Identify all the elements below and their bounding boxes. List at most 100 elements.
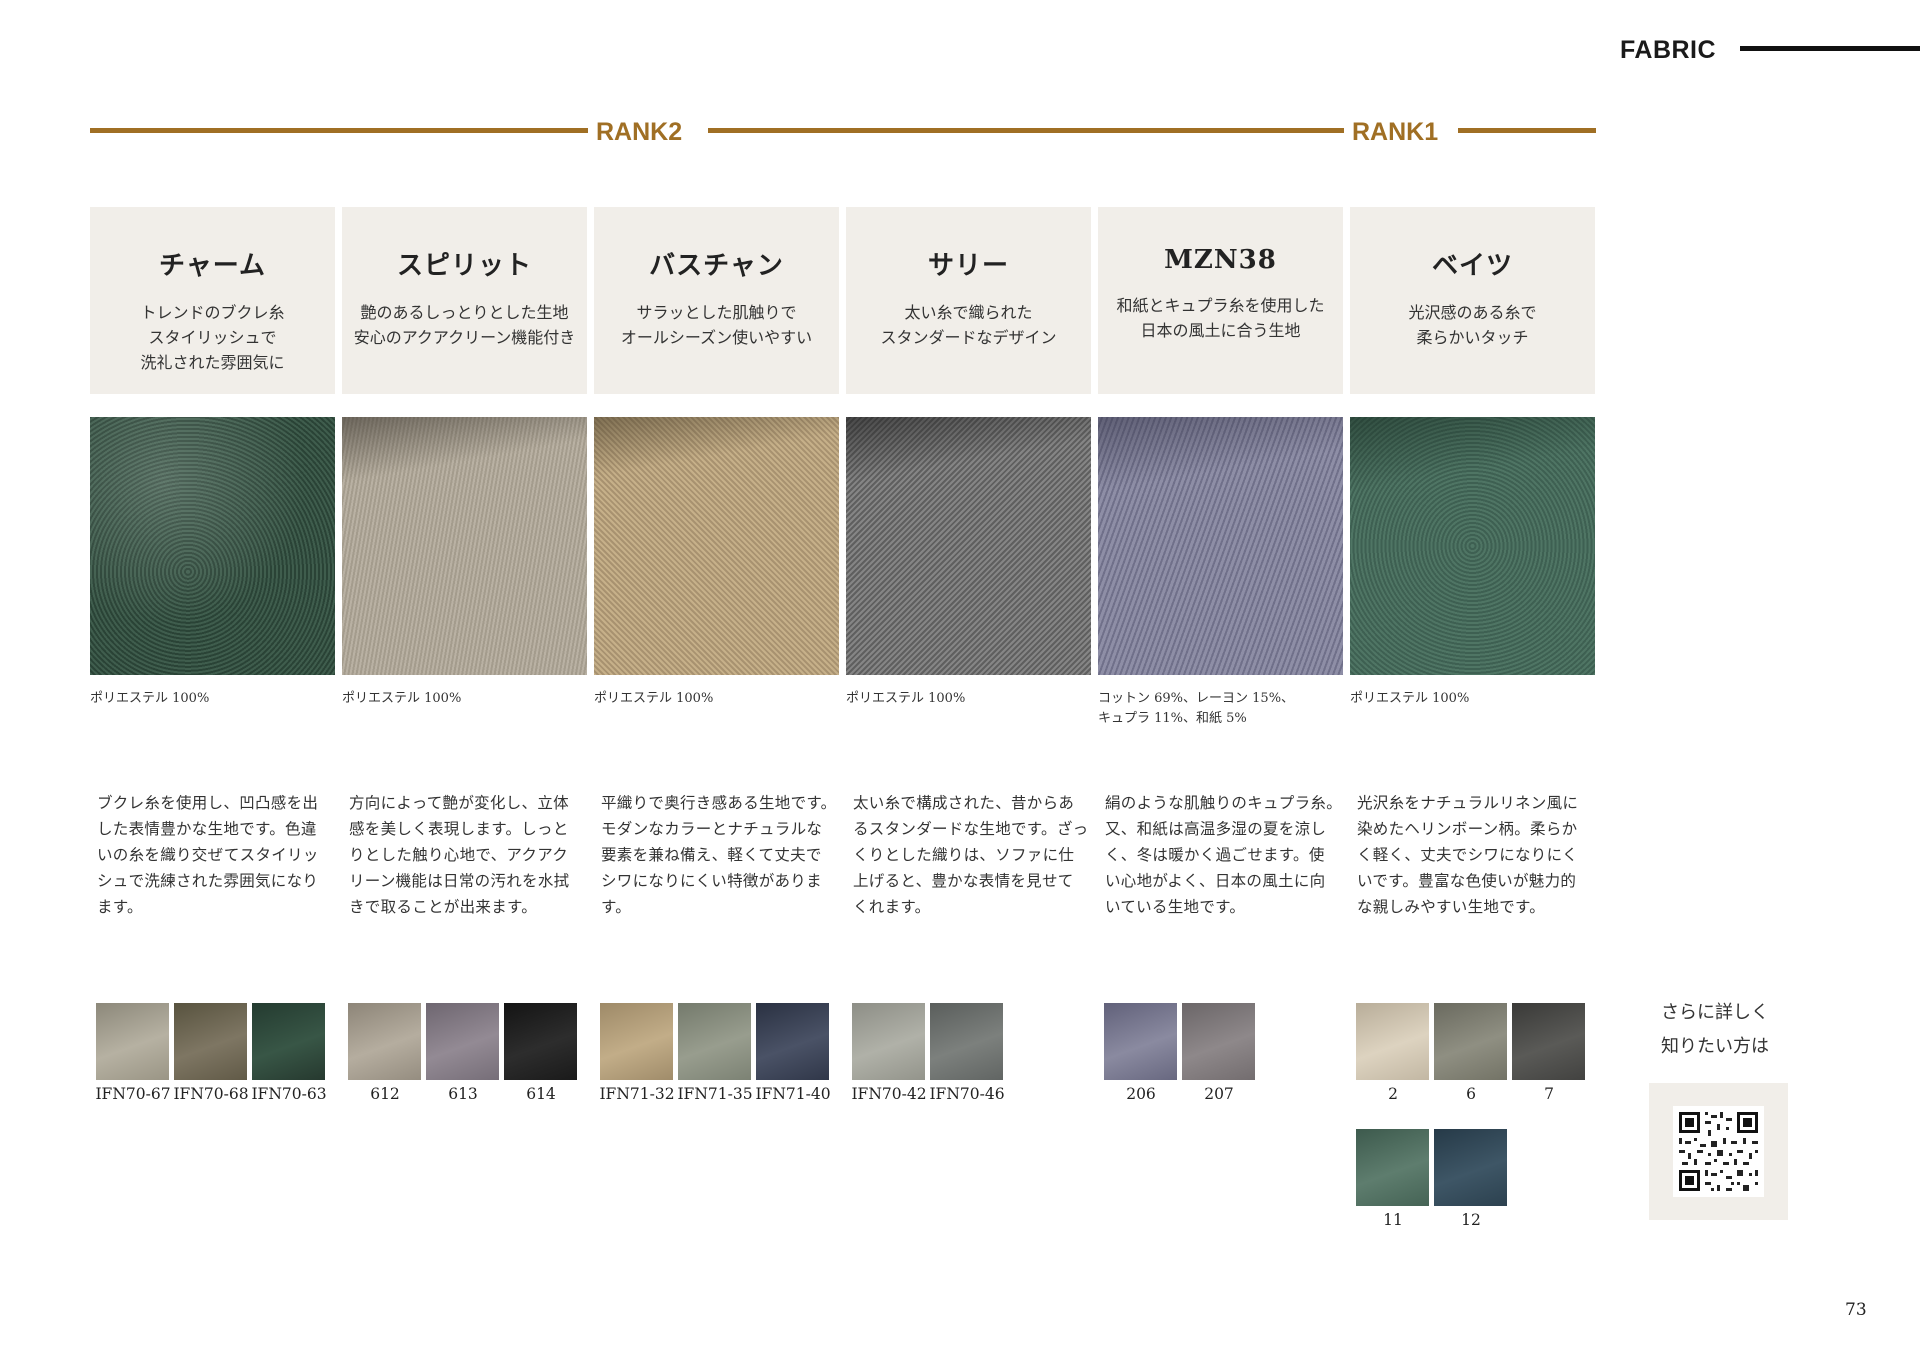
fabric-name: チャーム bbox=[159, 251, 266, 281]
description-line: いの糸を織り交ぜてスタイリッ bbox=[97, 846, 319, 864]
color-chip[interactable] bbox=[1182, 1003, 1255, 1080]
fabric-material: ポリエステル 100% bbox=[594, 689, 839, 709]
rank2-label: RANK2 bbox=[596, 118, 683, 146]
tagline-line: 和紙とキュプラ糸を使用した bbox=[1116, 296, 1325, 315]
tagline-line: トレンドのブクレ糸 bbox=[140, 303, 285, 322]
description-line: い心地がよく、日本の風土に向 bbox=[1105, 872, 1326, 890]
header-rule bbox=[1740, 46, 1920, 51]
color-chip[interactable] bbox=[1512, 1003, 1585, 1080]
more-info-line: 知りたい方は bbox=[1661, 1036, 1769, 1057]
color-code: 206 bbox=[1126, 1085, 1156, 1103]
material-line: コットン 69%、レーヨン 15%、 bbox=[1098, 691, 1295, 706]
color-chip[interactable] bbox=[426, 1003, 499, 1080]
color-chip[interactable] bbox=[174, 1003, 247, 1080]
color-chip[interactable] bbox=[1104, 1003, 1177, 1080]
description-line: ブクレ糸を使用し、凹凸感を出 bbox=[97, 794, 319, 812]
color-chip[interactable] bbox=[1356, 1003, 1429, 1080]
description-line: ます。 bbox=[97, 898, 143, 916]
fabric-card-sally: サリー 太い糸で織られた スタンダードなデザイン bbox=[846, 207, 1091, 394]
description-line: く軽く、丈夫でシワになりにく bbox=[1357, 846, 1578, 864]
qr-code-icon bbox=[1679, 1112, 1758, 1191]
color-code: 2 bbox=[1388, 1085, 1398, 1103]
color-code: 7 bbox=[1544, 1085, 1554, 1103]
fabric-tagline: 太い糸で織られた スタンダードなデザイン bbox=[846, 300, 1091, 350]
fabric-name-panel: バスチャン サラッとした肌触りで オールシーズン使いやすい bbox=[594, 207, 839, 394]
fabric-photo-mzn38 bbox=[1098, 417, 1343, 675]
color-chip[interactable] bbox=[348, 1003, 421, 1080]
color-code: IFN71-35 bbox=[677, 1085, 753, 1103]
description-line: 上げると、豊かな表情を見せて bbox=[853, 872, 1074, 890]
description-line: シワになりにくい特徴がありま bbox=[601, 872, 822, 890]
color-code: 613 bbox=[448, 1085, 478, 1103]
rank2-line-right bbox=[708, 128, 1344, 133]
fabric-photo-spirit bbox=[342, 417, 587, 675]
fabric-tagline: 光沢感のある糸で 柔らかいタッチ bbox=[1350, 300, 1595, 350]
color-chip[interactable] bbox=[1434, 1003, 1507, 1080]
color-chip[interactable] bbox=[1356, 1129, 1429, 1206]
description-line: 絹のような肌触りのキュプラ糸。 bbox=[1105, 794, 1343, 812]
tagline-line: 光沢感のある糸で bbox=[1408, 303, 1537, 322]
color-code: 12 bbox=[1461, 1211, 1481, 1229]
color-code: 6 bbox=[1466, 1085, 1476, 1103]
fabric-material: コットン 69%、レーヨン 15%、 キュプラ 11%、和紙 5% bbox=[1098, 689, 1343, 729]
color-chip[interactable] bbox=[600, 1003, 673, 1080]
tagline-line: オールシーズン使いやすい bbox=[620, 328, 813, 347]
description-line: した表情豊かな生地です。色違 bbox=[97, 820, 317, 838]
description-line: きで取ることが出来ます。 bbox=[349, 898, 538, 916]
fabric-tagline: 艶のあるしっとりとした生地 安心のアクアクリーン機能付き bbox=[342, 300, 587, 350]
tagline-line: 柔らかいタッチ bbox=[1416, 328, 1529, 347]
fabric-card-bates: ベイツ 光沢感のある糸で 柔らかいタッチ bbox=[1350, 207, 1595, 394]
fabric-name-panel: サリー 太い糸で織られた スタンダードなデザイン bbox=[846, 207, 1091, 394]
fabric-card-spirit: スピリット 艶のあるしっとりとした生地 安心のアクアクリーン機能付き bbox=[342, 207, 587, 394]
color-chip[interactable] bbox=[678, 1003, 751, 1080]
fabric-description: 太い糸で構成された、昔からあ るスタンダードな生地です。ざっ くりとした織りは、… bbox=[853, 790, 1088, 920]
color-code: IFN70-42 bbox=[851, 1085, 927, 1103]
color-chip[interactable] bbox=[252, 1003, 325, 1080]
tagline-line: 艶のあるしっとりとした生地 bbox=[360, 303, 569, 322]
qr-code-panel bbox=[1649, 1083, 1788, 1220]
rank1-line-right bbox=[1458, 128, 1596, 133]
color-code: IFN70-67 bbox=[95, 1085, 171, 1103]
color-code: 207 bbox=[1204, 1085, 1234, 1103]
fabric-description: 光沢糸をナチュラルリネン風に 染めたヘリンボーン柄。柔らか く軽く、丈夫でシワに… bbox=[1357, 790, 1587, 920]
fabric-card-bastian: バスチャン サラッとした肌触りで オールシーズン使いやすい bbox=[594, 207, 839, 394]
description-line: りとした触り心地で、アクアク bbox=[349, 846, 569, 864]
fabric-description: 平織りで奥行き感ある生地です。 モダンなカラーとナチュラルな 要素を兼ね備え、軽… bbox=[601, 790, 836, 920]
color-code: IFN70-46 bbox=[929, 1085, 1005, 1103]
fabric-material: ポリエステル 100% bbox=[846, 689, 1091, 709]
fabric-tagline: 和紙とキュプラ糸を使用した 日本の風土に合う生地 bbox=[1098, 293, 1343, 343]
color-chip[interactable] bbox=[504, 1003, 577, 1080]
material-line: キュプラ 11%、和紙 5% bbox=[1098, 711, 1247, 726]
color-chip[interactable] bbox=[1434, 1129, 1507, 1206]
fabric-material: ポリエステル 100% bbox=[90, 689, 335, 709]
fabric-name-panel: スピリット 艶のあるしっとりとした生地 安心のアクアクリーン機能付き bbox=[342, 207, 587, 394]
color-code: IFN70-68 bbox=[173, 1085, 249, 1103]
tagline-line: 太い糸で織られた bbox=[904, 303, 1033, 322]
description-line: リーン機能は日常の汚れを水拭 bbox=[349, 872, 570, 890]
fabric-tagline: トレンドのブクレ糸 スタイリッシュで 洗礼された雰囲気に bbox=[90, 300, 335, 375]
description-line: 光沢糸をナチュラルリネン風に bbox=[1357, 794, 1579, 812]
material-line: ポリエステル 100% bbox=[846, 691, 966, 706]
fabric-material: ポリエステル 100% bbox=[1350, 689, 1595, 709]
fabric-name-panel: ベイツ 光沢感のある糸で 柔らかいタッチ bbox=[1350, 207, 1595, 394]
tagline-line: スタンダードなデザイン bbox=[880, 328, 1057, 347]
fabric-photo-bates bbox=[1350, 417, 1595, 675]
description-line: 要素を兼ね備え、軽くて丈夫で bbox=[601, 846, 822, 864]
color-chip[interactable] bbox=[96, 1003, 169, 1080]
page-section-title: FABRIC bbox=[1620, 36, 1717, 64]
fabric-description: 方向によって艶が変化し、立体 感を美しく表現します。しっと りとした触り心地で、… bbox=[349, 790, 579, 920]
color-chip[interactable] bbox=[852, 1003, 925, 1080]
color-code: 11 bbox=[1383, 1211, 1403, 1229]
material-line: ポリエステル 100% bbox=[594, 691, 714, 706]
fabric-name-panel: チャーム トレンドのブクレ糸 スタイリッシュで 洗礼された雰囲気に bbox=[90, 207, 335, 394]
color-chip[interactable] bbox=[756, 1003, 829, 1080]
qr-code[interactable] bbox=[1673, 1106, 1764, 1197]
more-info-line: さらに詳しく bbox=[1661, 1002, 1769, 1023]
description-line: 方向によって艶が変化し、立体 bbox=[349, 794, 569, 812]
material-line: ポリエステル 100% bbox=[90, 691, 210, 706]
tagline-line: 安心のアクアクリーン機能付き bbox=[353, 328, 576, 347]
fabric-tagline: サラッとした肌触りで オールシーズン使いやすい bbox=[594, 300, 839, 350]
description-line: いている生地です。 bbox=[1105, 898, 1246, 916]
color-chip[interactable] bbox=[930, 1003, 1003, 1080]
description-line: いです。豊富な色使いが魅力的 bbox=[1357, 872, 1577, 890]
